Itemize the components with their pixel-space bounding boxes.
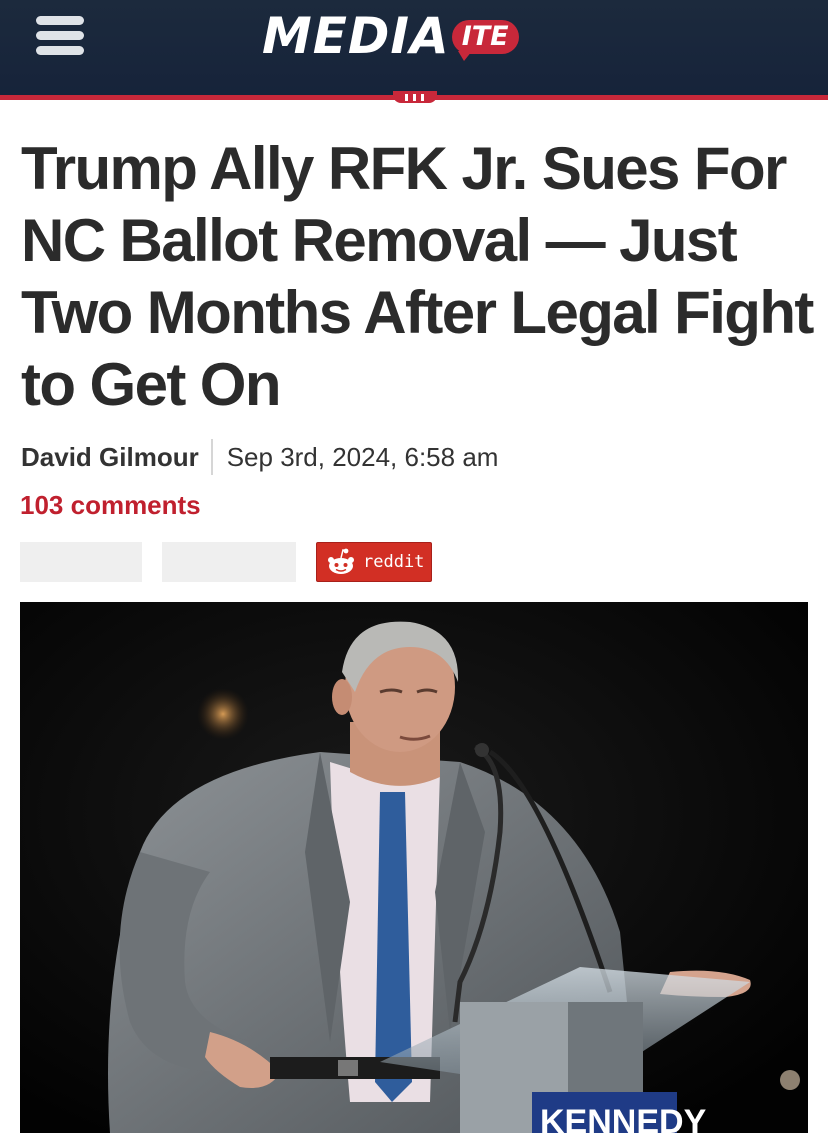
site-logo[interactable]: MEDIA ITE [262,6,519,66]
reddit-label: reddit [363,552,425,572]
article-byline: David Gilmour Sep 3rd, 2024, 6:58 am [21,438,498,476]
speaker-at-podium-photo: KENNEDY [20,602,808,1133]
podium-sign: KENNEDY [540,1103,707,1133]
logo-speech-bubble: ITE [451,20,519,61]
logo-tab-icon [393,91,437,103]
author-name[interactable]: David Gilmour [21,439,213,475]
share-button-placeholder-2[interactable] [162,542,296,582]
article-hero-photo[interactable]: KENNEDY [20,602,808,1133]
reddit-share-button[interactable]: reddit [316,542,432,582]
article-headline: Trump Ally RFK Jr. Sues For NC Ballot Re… [21,135,814,418]
hamburger-menu-icon[interactable] [36,16,86,58]
comments-link[interactable]: 103 comments [20,490,201,521]
reddit-alien-icon [328,548,354,574]
site-header: MEDIA ITE [0,0,828,97]
logo-wordmark: MEDIA [262,7,450,65]
publish-date: Sep 3rd, 2024, 6:58 am [226,442,499,472]
share-button-placeholder-1[interactable] [20,542,142,582]
